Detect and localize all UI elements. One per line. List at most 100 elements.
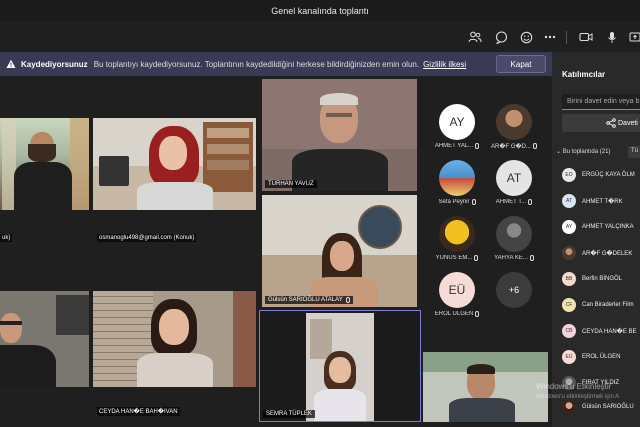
- avatar-label: YUNUS EM...: [435, 255, 473, 261]
- people-icon[interactable]: [466, 28, 484, 46]
- panel-title: Katılımcılar: [562, 70, 606, 79]
- mic-icon: [475, 311, 480, 317]
- section-label: Bu toplantıda (21): [562, 149, 611, 155]
- more-participants-button[interactable]: +6: [488, 272, 540, 308]
- avatar: CB: [562, 324, 576, 338]
- participants-panel: Katılımcılar Birini davet edin veya b Da…: [552, 52, 640, 427]
- participant-name: EROL ÜLGEN: [582, 354, 621, 360]
- title-bar: Genel kanalında toplantı: [0, 0, 640, 22]
- avatar: [439, 160, 475, 196]
- avatar: EÜ: [562, 350, 576, 364]
- participant-name: TURHAN YAVUZ: [268, 181, 314, 187]
- video-tile[interactable]: TURHAN YAVUZ: [262, 79, 417, 191]
- participant-row[interactable]: CB CEYDA HAN�E BE: [562, 322, 640, 340]
- participant-row[interactable]: BB Berfin BİNGÖL: [562, 270, 640, 288]
- participant-name: AR�F G�DELEK: [582, 250, 633, 257]
- participant-avatar[interactable]: AY AHMET YAL...: [431, 104, 483, 149]
- video-tile[interactable]: [93, 118, 256, 210]
- participant-avatar[interactable]: EÜ EROL ÜLGEN: [431, 272, 483, 317]
- avatar: EO: [562, 168, 576, 182]
- share-icon[interactable]: [626, 28, 640, 46]
- mic-icon: [528, 199, 533, 205]
- participant-row[interactable]: CF Can Biraderler Film: [562, 296, 640, 314]
- invite-input[interactable]: Birini davet edin veya b: [562, 94, 640, 110]
- video-tile[interactable]: [0, 118, 89, 210]
- participant-avatar[interactable]: AR�F G�D...: [488, 104, 540, 150]
- participant-name: Berfin BİNGÖL: [582, 276, 623, 282]
- share-icon: [606, 118, 616, 130]
- activation-watermark: Windows'u Etkinleştir: [536, 382, 612, 391]
- close-banner-button[interactable]: Kapat: [496, 55, 546, 73]
- camera-icon[interactable]: [577, 28, 595, 46]
- avatar-label: YAHYA KE...: [494, 255, 528, 261]
- participant-name-tag: SEMRA TÜPLEK: [263, 410, 315, 418]
- chat-icon[interactable]: [492, 28, 510, 46]
- privacy-link[interactable]: Gizlilik ilkesi: [423, 60, 466, 69]
- participant-name: AHMET T�RK: [582, 198, 623, 205]
- mic-icon: [529, 255, 534, 261]
- participant-name: uk): [0, 234, 13, 242]
- participant-name-tag: Gülsün SARIOĞLU ATALAY: [265, 296, 353, 304]
- avatar: AY: [562, 220, 576, 234]
- participant-name: Gülsün SARIOĞLU ATALAY: [268, 297, 343, 303]
- participant-name: SEMRA TÜPLEK: [266, 411, 312, 417]
- video-tile[interactable]: [0, 291, 89, 387]
- banner-heading: Kaydediyorsunuz: [21, 59, 88, 69]
- participant-row[interactable]: EO ERGÜÇ KAYA ÖLM: [562, 166, 640, 184]
- chevron-down-icon: ⌄: [556, 149, 562, 155]
- overflow-count: +6: [496, 272, 532, 308]
- meeting-toolbar: [0, 22, 640, 52]
- participant-name: Can Biraderler Film: [582, 302, 634, 308]
- participant-name: AHMET YALÇINKA: [582, 224, 634, 230]
- avatar-label: AR�F G�D...: [491, 144, 531, 150]
- avatar: AY: [439, 104, 475, 140]
- mic-icon: [471, 199, 476, 205]
- avatar: [439, 216, 475, 252]
- participant-name: CEYDA HAN�E BE: [582, 328, 637, 335]
- avatar: EÜ: [439, 272, 475, 308]
- mic-icon[interactable]: [603, 28, 621, 46]
- mic-icon: [532, 143, 537, 149]
- participant-avatar[interactable]: Sefa Peynir: [431, 160, 483, 205]
- mute-all-button[interactable]: Tü: [628, 146, 640, 158]
- avatar: BB: [562, 272, 576, 286]
- video-tile[interactable]: [93, 291, 256, 387]
- mic-icon: [475, 143, 480, 149]
- mic-icon: [345, 297, 350, 303]
- banner-text: Bu toplantıyı kaydediyorsunuz. Toplantın…: [93, 59, 420, 69]
- avatar-label: Sefa Peynir: [438, 199, 470, 205]
- reactions-icon[interactable]: [517, 28, 535, 46]
- recording-banner: Kaydediyorsunuz Bu toplantıyı kaydediyor…: [0, 52, 552, 76]
- video-tile[interactable]: [423, 352, 548, 422]
- participant-name: osmanoglu498@gmail.com (Konuk): [97, 234, 197, 242]
- avatar: [562, 400, 576, 414]
- participant-avatar[interactable]: YUNUS EM...: [431, 216, 483, 261]
- in-meeting-section[interactable]: ⌄ Bu toplantıda (21): [556, 148, 610, 155]
- more-icon[interactable]: [541, 28, 559, 46]
- avatar: AT: [496, 160, 532, 196]
- meeting-title: Genel kanalında toplantı: [271, 6, 369, 16]
- avatar: AT: [562, 194, 576, 208]
- avatar: [496, 216, 532, 252]
- participant-name: CEYDA HAN�E BAH�IVAN: [97, 407, 180, 416]
- participant-row[interactable]: EÜ EROL ÜLGEN: [562, 348, 640, 366]
- avatar: CF: [562, 298, 576, 312]
- avatar: [562, 246, 576, 260]
- avatar-label: AHMET T...: [495, 199, 527, 205]
- participant-avatar[interactable]: AT AHMET T...: [488, 160, 540, 205]
- participant-avatar[interactable]: YAHYA KE...: [488, 216, 540, 261]
- video-tile[interactable]: Gülsün SARIOĞLU ATALAY: [262, 195, 417, 307]
- avatar: [496, 104, 532, 140]
- participant-row[interactable]: Gülsün SARIOĞLU: [562, 398, 640, 416]
- warning-icon: [6, 59, 16, 69]
- mic-icon: [474, 255, 479, 261]
- participant-row[interactable]: AT AHMET T�RK: [562, 192, 640, 210]
- share-invite-label: Daveti: [618, 119, 638, 127]
- participant-row[interactable]: AY AHMET YALÇINKA: [562, 218, 640, 236]
- participant-name: Gülsün SARIOĞLU: [582, 404, 634, 410]
- participant-name: ERGÜÇ KAYA ÖLM: [582, 172, 635, 178]
- avatar-label: AHMET YAL...: [434, 143, 474, 149]
- video-tile[interactable]: SEMRA TÜPLEK: [259, 310, 421, 422]
- share-invite-button[interactable]: Daveti: [562, 114, 640, 132]
- participant-row[interactable]: AR�F G�DELEK: [562, 244, 640, 262]
